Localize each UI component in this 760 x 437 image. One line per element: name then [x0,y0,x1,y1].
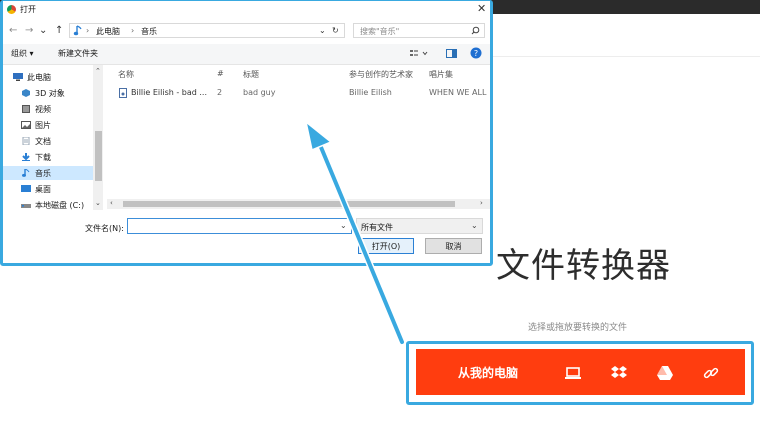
dialog-title-bar: 打开 ✕ [3,1,490,19]
history-dropdown-icon[interactable]: ⌄ [319,26,326,35]
video-icon [22,105,30,113]
file-type-select[interactable]: 所有文件 ⌄ [356,218,483,234]
file-list-header: 名称 # 标题 参与创作的艺术家 唱片集 [107,67,490,81]
scroll-up-icon[interactable]: ⌃ [95,67,101,75]
view-options-icon[interactable] [410,49,430,58]
open-button[interactable]: 打开(O) [358,238,414,254]
sidebar-item-local-disk[interactable]: 本地磁盘 (C:) [21,198,93,212]
sidebar-item-this-pc[interactable]: 此电脑 [13,70,99,84]
forward-arrow-icon[interactable]: → [25,25,33,36]
breadcrumb-music[interactable]: 音乐 [141,26,157,37]
dropbox-icon[interactable] [610,364,628,382]
dialog-toolbar: 组织 ▾ 新建文件夹 ? [3,44,490,65]
file-title: bad guy [243,88,276,97]
column-header-artist[interactable]: 参与创作的艺术家 [349,69,413,80]
scrollbar-thumb[interactable] [95,131,102,181]
picture-icon [21,121,31,129]
address-row: ← → ⌄ ↑ › 此电脑 › 音乐 ⌄ ↻ 搜索"音乐" [3,21,490,43]
sidebar-item-label: 桌面 [35,184,51,194]
scroll-down-icon[interactable]: ⌄ [95,199,101,207]
music-icon [73,25,82,36]
audio-file-icon [119,88,127,98]
close-icon[interactable]: ✕ [477,2,486,15]
scroll-right-icon[interactable]: › [480,199,483,207]
preview-pane-icon[interactable] [446,49,457,58]
sidebar-item-3d-objects[interactable]: 3D 对象 [21,86,91,100]
sidebar-item-downloads[interactable]: 下载 [21,150,91,164]
file-track-number: 2 [217,88,223,97]
search-placeholder: 搜索"音乐" [360,27,400,36]
file-artist: Billie Eilish [349,88,392,97]
music-icon [22,169,30,177]
file-row[interactable]: Billie Eilish - bad ... 2 bad guy Billie… [113,86,488,100]
download-icon [22,153,30,161]
search-input[interactable]: 搜索"音乐" [353,23,485,38]
sidebar-item-label: 下载 [35,152,51,162]
sidebar-item-label: 文档 [35,136,51,146]
upload-bar[interactable]: 从我的电脑 [416,349,745,395]
dropdown-icon[interactable]: ⌄ [39,25,47,36]
document-icon [22,137,30,145]
chevron-down-icon[interactable]: ⌄ [340,221,347,230]
filename-input[interactable]: ⌄ [127,218,352,234]
cube-icon [22,89,30,97]
sidebar-item-label: 此电脑 [27,72,51,82]
open-file-dialog: 打开 ✕ ← → ⌄ ↑ › 此电脑 › 音乐 ⌄ ↻ 搜索"音乐" 组织 ▾ … [3,1,490,263]
navigation-pane: 此电脑 3D 对象 视频 图片 文档 下载 音乐 桌面 本地磁盘 (C:) [3,65,103,210]
chevron-right-icon: › [131,26,135,35]
scroll-left-icon[interactable]: ‹ [110,199,113,207]
file-name: Billie Eilish - bad ... [131,88,208,97]
file-type-value: 所有文件 [361,223,393,232]
sidebar-item-desktop[interactable]: 桌面 [21,182,91,196]
sidebar-item-videos[interactable]: 视频 [21,102,91,116]
scrollbar-thumb[interactable] [123,201,455,207]
laptop-icon[interactable] [564,364,582,382]
help-icon[interactable]: ? [470,47,482,59]
sidebar-item-label: 本地磁盘 (C:) [35,200,85,210]
app-subtitle: 选择或拖放要转换的文件 [528,323,628,333]
back-arrow-icon[interactable]: ← [9,25,17,36]
chevron-down-icon: ⌄ [471,221,478,230]
organize-button[interactable]: 组织 ▾ [11,48,34,59]
link-icon[interactable] [702,364,720,382]
desktop-icon [21,185,31,192]
dialog-title: 打开 [20,5,36,14]
chrome-logo-icon [7,5,16,14]
sidebar-item-documents[interactable]: 文档 [21,134,91,148]
sidebar-item-label: 音乐 [35,168,51,178]
app-title: 文件转换器 [496,246,671,286]
computer-icon [13,73,23,81]
new-folder-button[interactable]: 新建文件夹 [58,48,98,59]
file-list-horizontal-scrollbar[interactable]: ‹ › [107,199,490,209]
up-arrow-icon[interactable]: ↑ [55,25,63,36]
chevron-right-icon: › [86,26,90,35]
refresh-icon[interactable]: ↻ [332,26,339,35]
filename-label: 文件名(N): [85,224,124,233]
sidebar-item-label: 视频 [35,104,51,114]
column-header-title[interactable]: 标题 [243,69,259,80]
navigation-scrollbar[interactable]: ⌃ ⌄ [93,65,103,210]
sidebar-item-label: 图片 [35,120,51,130]
upload-from-computer-button[interactable]: 从我的电脑 [458,364,538,381]
sidebar-item-label: 3D 对象 [35,88,65,98]
column-header-name[interactable]: 名称 [118,69,134,80]
drive-icon [21,204,31,208]
cancel-button[interactable]: 取消 [425,238,482,254]
file-album: WHEN WE ALL F [429,88,488,97]
sidebar-item-music[interactable]: 音乐 [3,166,93,180]
address-bar[interactable]: › 此电脑 › 音乐 ⌄ ↻ [69,23,345,38]
column-header-number[interactable]: # [217,69,224,78]
svg-text:?: ? [474,49,478,58]
breadcrumb-this-pc[interactable]: 此电脑 [96,26,120,37]
page-divider [493,56,760,57]
sidebar-item-pictures[interactable]: 图片 [21,118,91,132]
google-drive-icon[interactable] [656,364,674,382]
search-icon [471,26,480,35]
column-header-album[interactable]: 唱片集 [429,69,453,80]
